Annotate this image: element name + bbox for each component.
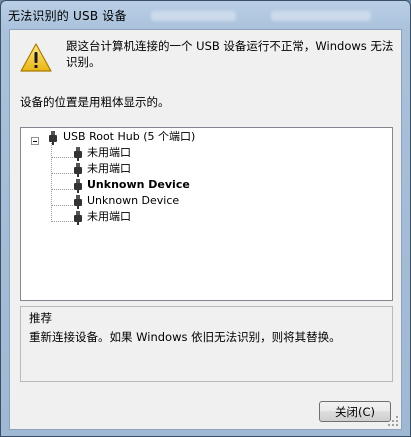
tree-node-port-5[interactable]: 未用端口 — [87, 209, 131, 225]
resize-grip-icon[interactable] — [387, 415, 399, 427]
tree-connector-line — [51, 157, 73, 158]
device-location-label: 设备的位置是用粗体显示的。 — [20, 95, 170, 109]
tree-collapse-button[interactable] — [31, 137, 39, 145]
tree-node-port-1[interactable]: 未用端口 — [87, 145, 131, 161]
dialog-client-area: 跟这台计算机连接的一个 USB 设备运行不正常，Windows 无法识别。 设备… — [9, 29, 402, 430]
window-title: 无法识别的 USB 设备 — [8, 9, 127, 23]
recommendation-title: 推荐 — [29, 311, 52, 325]
warning-icon — [20, 43, 52, 72]
title-bar-reflection — [151, 11, 236, 21]
recommendation-panel: 推荐 重新连接设备。如果 Windows 依旧无法识别，则将其替换。 — [20, 306, 393, 382]
usb-connector-icon — [74, 195, 82, 209]
tree-connector-line — [51, 141, 52, 220]
tree-node-port-2[interactable]: 未用端口 — [87, 161, 131, 177]
tree-connector-line — [51, 189, 73, 190]
usb-connector-icon — [74, 211, 82, 225]
tree-connector-line — [51, 173, 73, 174]
usb-connector-icon — [74, 147, 82, 161]
usb-connector-icon — [49, 131, 57, 145]
tree-node-root-hub[interactable]: USB Root Hub (5 个端口) — [63, 129, 195, 145]
tree-connector-line — [51, 221, 73, 222]
tree-connector-line — [51, 205, 73, 206]
close-button[interactable]: 关闭(C) — [319, 401, 391, 422]
tree-node-unknown-device-highlighted[interactable]: Unknown Device — [87, 177, 190, 193]
usb-connector-icon — [74, 179, 82, 193]
dialog-window: 无法识别的 USB 设备 跟这台计算机连接的一个 USB 设备运行不正常，Win… — [0, 0, 411, 437]
recommendation-text: 重新连接设备。如果 Windows 依旧无法识别，则将其替换。 — [29, 330, 341, 344]
error-message: 跟这台计算机连接的一个 USB 设备运行不正常，Windows 无法识别。 — [66, 39, 394, 69]
title-bar-reflection — [271, 11, 371, 21]
usb-connector-icon — [74, 163, 82, 177]
device-tree[interactable]: USB Root Hub (5 个端口) 未用端口 未用端口 Unknown D… — [20, 127, 393, 301]
tree-node-unknown-device[interactable]: Unknown Device — [87, 193, 179, 209]
title-bar[interactable]: 无法识别的 USB 设备 — [1, 1, 410, 29]
